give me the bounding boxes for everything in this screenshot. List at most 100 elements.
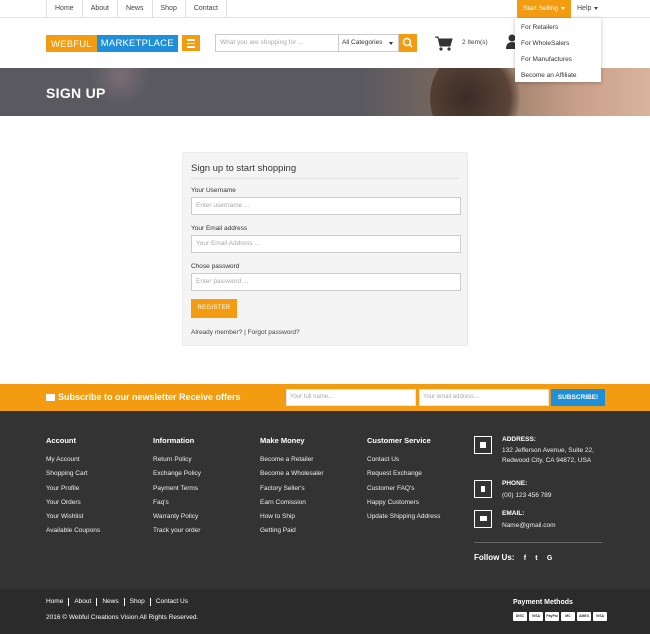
footer-link[interactable]: Earn Comission <box>260 499 324 513</box>
start-selling-label: Start Selling <box>523 5 559 12</box>
cart-icon[interactable] <box>435 35 453 52</box>
password-field[interactable]: Enter password ... <box>191 273 461 291</box>
footer-link[interactable]: Your Wishlist <box>46 513 100 527</box>
help-menu[interactable]: Help <box>577 0 599 18</box>
visa-card-icon: VISA <box>529 612 543 621</box>
phone-icon <box>474 480 492 498</box>
footer-link[interactable]: Happy Customers <box>367 499 440 513</box>
divider <box>191 178 459 179</box>
footer-link[interactable]: Warranty Policy <box>153 513 201 527</box>
bottom-nav-contact[interactable]: Contact Us <box>151 598 193 606</box>
discover-card-icon: DISC <box>513 612 527 621</box>
footer-col-title: Make Money <box>260 436 305 445</box>
footer-link[interactable]: Return Policy <box>153 456 201 470</box>
register-button[interactable]: REGISTER <box>191 299 237 318</box>
newsletter-email-input[interactable]: Your email address... <box>419 389 549 406</box>
footer-link[interactable]: Exchange Policy <box>153 470 201 484</box>
top-nav-home[interactable]: Home <box>46 0 83 18</box>
top-bar: Home About News Shop Contact Start Selli… <box>0 0 650 18</box>
payment-cards: DISC VISA PayPal MC AMEX VISA <box>513 612 607 621</box>
username-field[interactable]: Enter username ... <box>191 197 461 215</box>
menu-icon <box>187 39 195 41</box>
footer-col-customer-service: Customer Service Contact Us Request Exch… <box>367 436 440 527</box>
bottom-nav: Home About News Shop Contact Us <box>46 598 193 606</box>
dropdown-item-manufactures[interactable]: For Manufactures <box>515 52 601 68</box>
logo-part2: MARKETPLACE <box>96 35 178 52</box>
top-nav-about[interactable]: About <box>83 0 118 18</box>
footer-link[interactable]: Contact Us <box>367 456 440 470</box>
chevron-down-icon <box>561 6 566 10</box>
page-title: SIGN UP <box>46 85 106 101</box>
start-selling-button[interactable]: Start Selling <box>517 0 571 18</box>
footer-col-account: Account My Account Shopping Cart Your Pr… <box>46 436 100 542</box>
top-nav-shop[interactable]: Shop <box>153 0 186 18</box>
footer-link[interactable]: Payment Terms <box>153 485 201 499</box>
amex-card-icon: AMEX <box>577 612 591 621</box>
bottom-bar: Home About News Shop Contact Us 2016 © W… <box>0 589 650 634</box>
email-text[interactable]: Name@gmail.com <box>502 521 612 531</box>
bottom-nav-shop[interactable]: Shop <box>125 598 151 606</box>
footer-link[interactable]: Available Coupons <box>46 527 100 541</box>
footer-link[interactable]: Getting Paid <box>260 527 324 541</box>
phone-title: PHONE: <box>502 480 528 487</box>
google-icon[interactable]: G <box>547 555 552 562</box>
paypal-icon: PayPal <box>545 612 559 621</box>
footer-link[interactable]: Faq's <box>153 499 201 513</box>
footer: Account My Account Shopping Cart Your Pr… <box>0 411 650 589</box>
envelope-icon <box>46 394 55 401</box>
logo[interactable]: WEBFUL MARKETPLACE <box>46 35 178 52</box>
newsletter-title-text: Subscribe to our newsletter Receive offe… <box>58 392 241 402</box>
newsletter-name-input[interactable]: Your full name... <box>286 389 416 406</box>
facebook-icon[interactable]: f <box>524 555 526 562</box>
footer-link[interactable]: Shopping Cart <box>46 470 100 484</box>
email-title: EMAIL: <box>502 510 525 517</box>
footer-link[interactable]: How to Ship <box>260 513 324 527</box>
follow-us-label: Follow Us: <box>474 553 515 562</box>
start-selling-dropdown: For Retailers For WholeSalers For Manufa… <box>515 18 601 82</box>
dropdown-item-retailers[interactable]: For Retailers <box>515 20 601 36</box>
footer-link[interactable]: Update Shipping Address <box>367 513 440 527</box>
search-input[interactable]: What you are shopping for ... <box>215 34 339 52</box>
logo-part1: WEBFUL <box>46 35 97 52</box>
category-select[interactable]: All Categories <box>339 34 399 52</box>
footer-link[interactable]: Request Exchange <box>367 470 440 484</box>
home-icon <box>474 436 492 454</box>
footer-link[interactable]: Your Orders <box>46 499 100 513</box>
footer-col-title: Account <box>46 436 76 445</box>
category-value: All Categories <box>342 39 383 46</box>
footer-link[interactable]: Become a Wholesaler <box>260 470 324 484</box>
cart-count[interactable]: 2 Item(s) <box>462 39 488 46</box>
menu-button[interactable] <box>182 35 200 51</box>
chevron-down-icon <box>594 6 599 10</box>
login-links: Already member? | Forgot password? <box>191 329 300 336</box>
newsletter-title: Subscribe to our newsletter Receive offe… <box>46 392 241 402</box>
footer-link[interactable]: Factory Seller's <box>260 485 324 499</box>
email-label: Your Email address <box>191 225 248 232</box>
footer-col-information: Information Return Policy Exchange Polic… <box>153 436 201 542</box>
signup-form: Sign up to start shopping Your Username … <box>182 152 468 346</box>
twitter-icon[interactable]: t <box>535 555 537 562</box>
search-icon <box>402 37 413 48</box>
footer-link[interactable]: Become a Retailer <box>260 456 324 470</box>
footer-col-title: Information <box>153 436 195 445</box>
help-label: Help <box>577 5 592 12</box>
divider <box>474 542 602 543</box>
footer-col-make-money: Make Money Become a Retailer Become a Wh… <box>260 436 324 542</box>
bottom-nav-news[interactable]: News <box>97 598 125 606</box>
top-nav-contact[interactable]: Contact <box>186 0 227 18</box>
search-button[interactable] <box>399 34 417 52</box>
bottom-nav-home[interactable]: Home <box>46 598 70 606</box>
already-member-link[interactable]: Already member? <box>191 329 242 336</box>
forgot-password-link[interactable]: Forgot password? <box>248 329 300 336</box>
top-nav-news[interactable]: News <box>118 0 153 18</box>
dropdown-item-affiliate[interactable]: Become an Affiliate <box>515 68 601 84</box>
footer-link[interactable]: Customer FAQ's <box>367 485 440 499</box>
dropdown-item-wholesalers[interactable]: For WholeSalers <box>515 36 601 52</box>
bottom-nav-about[interactable]: About <box>69 598 98 606</box>
email-field[interactable]: Your Email Address ... <box>191 235 461 253</box>
subscribe-button[interactable]: SUBSCRIBE! <box>551 389 605 406</box>
footer-link[interactable]: My Account <box>46 456 100 470</box>
form-heading: Sign up to start shopping <box>191 163 297 174</box>
footer-link[interactable]: Your Profile <box>46 485 100 499</box>
footer-link[interactable]: Track your order <box>153 527 201 541</box>
